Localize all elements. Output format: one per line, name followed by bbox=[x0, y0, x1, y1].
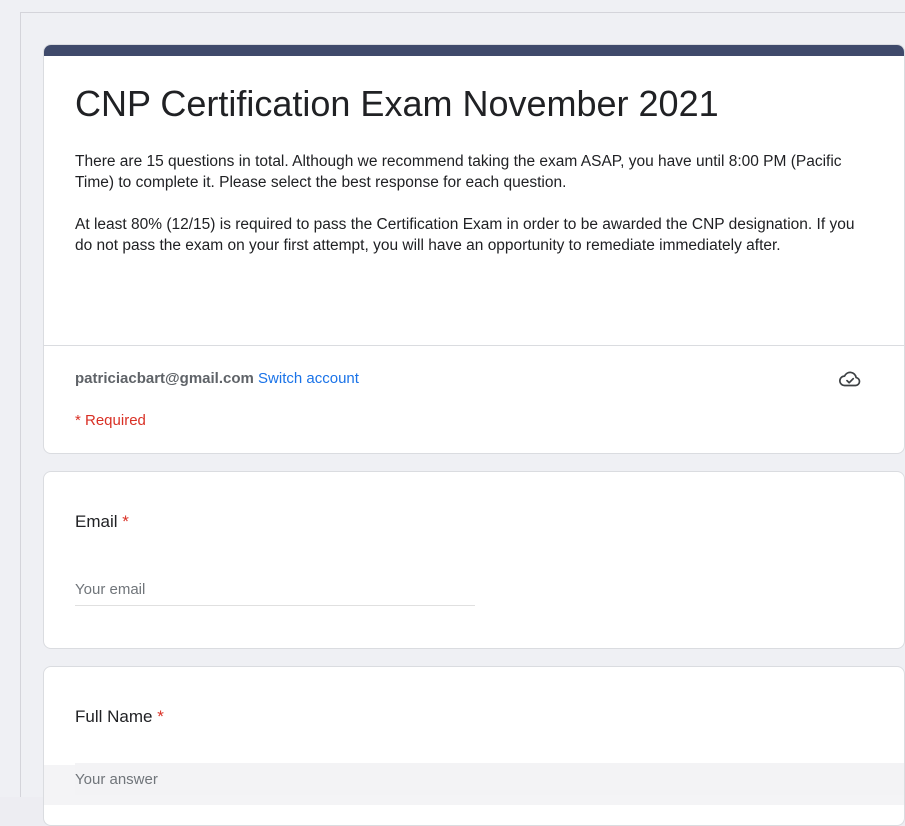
form-title: CNP Certification Exam November 2021 bbox=[75, 83, 719, 124]
required-asterisk: * bbox=[122, 512, 129, 531]
form-description-paragraph-1: There are 15 questions in total. Althoug… bbox=[75, 153, 842, 191]
form-header-card: CNP Certification Exam November 2021 The… bbox=[43, 44, 905, 454]
window-frame-top bbox=[20, 12, 905, 13]
question-title-full-name: Full Name * bbox=[75, 705, 164, 729]
form-description-paragraph-2: At least 80% (12/15) is required to pass… bbox=[75, 216, 855, 254]
account-email: patriciacbart@gmail.com bbox=[75, 370, 254, 387]
account-row: patriciacbart@gmail.com Switch account bbox=[75, 369, 359, 389]
question-label: Full Name bbox=[75, 707, 153, 726]
required-asterisk: * bbox=[157, 707, 164, 726]
question-label: Email bbox=[75, 512, 118, 531]
cloud-check-icon[interactable] bbox=[838, 367, 862, 391]
question-card-email: Email * bbox=[43, 471, 905, 649]
header-divider bbox=[44, 345, 904, 346]
header-accent-bar bbox=[44, 45, 904, 56]
full-name-input[interactable] bbox=[75, 763, 904, 795]
switch-account-link[interactable]: Switch account bbox=[258, 370, 359, 387]
question-card-full-name: Full Name * bbox=[43, 666, 905, 826]
form-description: There are 15 questions in total. Althoug… bbox=[75, 151, 875, 277]
question-title-email: Email * bbox=[75, 510, 129, 534]
window-frame-left bbox=[20, 12, 21, 797]
email-input[interactable] bbox=[75, 574, 475, 606]
required-note: * Required bbox=[75, 412, 146, 429]
